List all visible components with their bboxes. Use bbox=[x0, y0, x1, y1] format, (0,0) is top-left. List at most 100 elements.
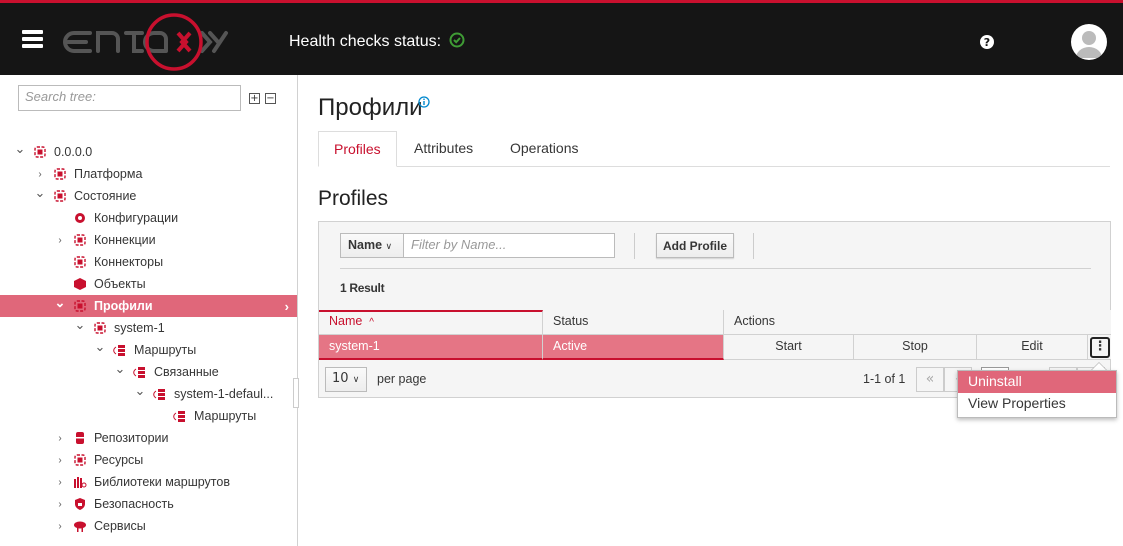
expand-all-button[interactable]: + bbox=[249, 93, 260, 104]
tabs: Profiles Attributes Operations bbox=[318, 131, 1110, 167]
first-page-button[interactable]: « bbox=[916, 367, 944, 392]
chevron-down-icon[interactable]: ⌄ bbox=[74, 317, 86, 333]
tree-item[interactable]: › Библиотеки маршрутов bbox=[0, 471, 297, 493]
sort-asc-icon: ^ bbox=[369, 317, 374, 328]
per-page-select[interactable]: 10 ∨ bbox=[325, 367, 367, 392]
tree-item-label: Объекты bbox=[94, 277, 146, 291]
tree-item[interactable]: Конфигурации bbox=[0, 207, 297, 229]
chevron-down-icon: ∨ bbox=[385, 241, 393, 251]
cloud-icon bbox=[74, 521, 86, 532]
chevron-down-icon[interactable]: ⌄ bbox=[14, 141, 26, 157]
tree-item[interactable]: ⌄ system-1 bbox=[0, 317, 297, 339]
divider bbox=[634, 233, 635, 259]
tree-item[interactable]: › Платформа bbox=[0, 163, 297, 185]
chevron-down-icon[interactable]: ⌄ bbox=[94, 339, 106, 355]
chevron-right-icon: › bbox=[284, 298, 289, 314]
resources-icon bbox=[74, 454, 86, 466]
column-header-name[interactable]: Name ^ bbox=[319, 310, 543, 335]
tree-item-label: Профили bbox=[94, 299, 153, 313]
network-icon bbox=[34, 146, 46, 158]
state-icon bbox=[54, 190, 66, 202]
user-avatar[interactable] bbox=[1071, 24, 1107, 60]
tab-operations[interactable]: Operations bbox=[495, 131, 593, 167]
tree-item-label: 0.0.0.0 bbox=[54, 145, 93, 159]
tab-profiles[interactable]: Profiles bbox=[318, 131, 397, 167]
tree-item-label: system-1 bbox=[114, 321, 165, 335]
tree-item[interactable]: › Сервисы bbox=[0, 515, 297, 537]
tree-item-label: Маршруты bbox=[194, 409, 257, 423]
entaxy-logo bbox=[63, 13, 228, 71]
info-icon[interactable] bbox=[418, 96, 430, 108]
tree-item[interactable]: › Коннекции bbox=[0, 229, 297, 251]
kebab-dropdown-menu: Uninstall View Properties bbox=[957, 370, 1117, 418]
cell-name[interactable]: system-1 bbox=[319, 335, 543, 360]
cell-status: Active bbox=[543, 335, 724, 360]
chevron-right-icon[interactable]: › bbox=[54, 433, 66, 444]
divider bbox=[753, 233, 754, 259]
health-checks-status: Health checks status: bbox=[289, 32, 465, 51]
tree-item[interactable]: › Безопасность bbox=[0, 493, 297, 515]
edit-button[interactable]: Edit bbox=[977, 335, 1088, 360]
tree-item-label: Маршруты bbox=[134, 343, 197, 357]
menu-item-view-properties[interactable]: View Properties bbox=[958, 393, 1116, 415]
tree-item[interactable]: Маршруты bbox=[0, 405, 297, 427]
tree-item-label: Ресурсы bbox=[94, 453, 144, 467]
search-tree-input[interactable]: Search tree: bbox=[18, 85, 241, 111]
scrollbar[interactable] bbox=[293, 378, 299, 408]
chevron-down-icon: ∨ bbox=[352, 375, 360, 385]
collapse-all-button[interactable]: − bbox=[265, 93, 276, 104]
tab-attributes[interactable]: Attributes bbox=[399, 131, 488, 167]
page-title: Профили bbox=[318, 94, 430, 122]
chevron-right-icon[interactable]: › bbox=[34, 169, 46, 180]
chevron-down-icon[interactable]: ⌄ bbox=[54, 295, 66, 311]
menu-caret bbox=[1091, 362, 1107, 370]
result-count: 1 Result bbox=[340, 281, 385, 295]
chevron-right-icon[interactable]: › bbox=[54, 235, 66, 246]
menu-item-uninstall[interactable]: Uninstall bbox=[958, 371, 1116, 393]
chevron-down-icon[interactable]: ⌄ bbox=[34, 185, 46, 201]
tree-item-label: Репозитории bbox=[94, 431, 169, 445]
tree-item-label: Библиотеки маршрутов bbox=[94, 475, 230, 489]
tree-item[interactable]: ⌄ Профили › bbox=[0, 295, 297, 317]
platform-icon bbox=[54, 168, 66, 180]
routes-icon bbox=[133, 367, 145, 378]
hamburger-menu-icon[interactable] bbox=[22, 30, 43, 48]
tree-item-label: Коннекции bbox=[94, 233, 156, 247]
tree-item[interactable]: ⌄ Состояние bbox=[0, 185, 297, 207]
routes-icon bbox=[153, 389, 165, 400]
start-button[interactable]: Start bbox=[724, 335, 854, 360]
connectors-icon bbox=[74, 256, 86, 268]
tree-item-label: Конфигурации bbox=[94, 211, 179, 225]
chevron-down-icon[interactable]: ⌄ bbox=[114, 361, 126, 377]
chevron-down-icon[interactable]: ⌄ bbox=[134, 383, 146, 399]
chevron-right-icon[interactable]: › bbox=[54, 521, 66, 532]
tree-item[interactable]: › Ресурсы bbox=[0, 449, 297, 471]
tree-item[interactable]: ⌄ system-1-defaul... bbox=[0, 383, 297, 405]
tree-item[interactable]: ⌄ 0.0.0.0 bbox=[0, 141, 297, 163]
chevron-right-icon[interactable]: › bbox=[54, 499, 66, 510]
filter-field-select[interactable]: Name ∨ bbox=[340, 233, 404, 258]
add-profile-button[interactable]: Add Profile bbox=[656, 233, 734, 258]
kebab-menu-button[interactable]: ⋮ bbox=[1090, 337, 1110, 358]
tree-item-label: system-1-defaul... bbox=[174, 387, 274, 401]
cube-icon bbox=[74, 278, 86, 290]
help-icon[interactable]: ? bbox=[979, 34, 995, 50]
check-circle-icon bbox=[449, 32, 465, 48]
chevron-right-icon[interactable]: › bbox=[54, 477, 66, 488]
library-icon bbox=[74, 477, 87, 488]
tree-item[interactable]: Объекты bbox=[0, 273, 297, 295]
stop-button[interactable]: Stop bbox=[854, 335, 977, 360]
tree-item[interactable]: Коннекторы bbox=[0, 251, 297, 273]
database-icon bbox=[76, 432, 84, 444]
tree-item-label: Безопасность bbox=[94, 497, 174, 511]
profile-icon bbox=[94, 322, 106, 334]
filter-input[interactable]: Filter by Name... bbox=[403, 233, 615, 258]
chevron-right-icon[interactable]: › bbox=[54, 455, 66, 466]
tree-item[interactable]: ⌄ Маршруты bbox=[0, 339, 297, 361]
tree-item-label: Коннекторы bbox=[94, 255, 164, 269]
connections-icon bbox=[74, 234, 86, 246]
tree-item[interactable]: ⌄ Связанные bbox=[0, 361, 297, 383]
tree-item[interactable]: › Репозитории bbox=[0, 427, 297, 449]
top-header: Health checks status: ? bbox=[0, 0, 1123, 75]
pagination-range: 1-1 of 1 bbox=[863, 372, 906, 386]
